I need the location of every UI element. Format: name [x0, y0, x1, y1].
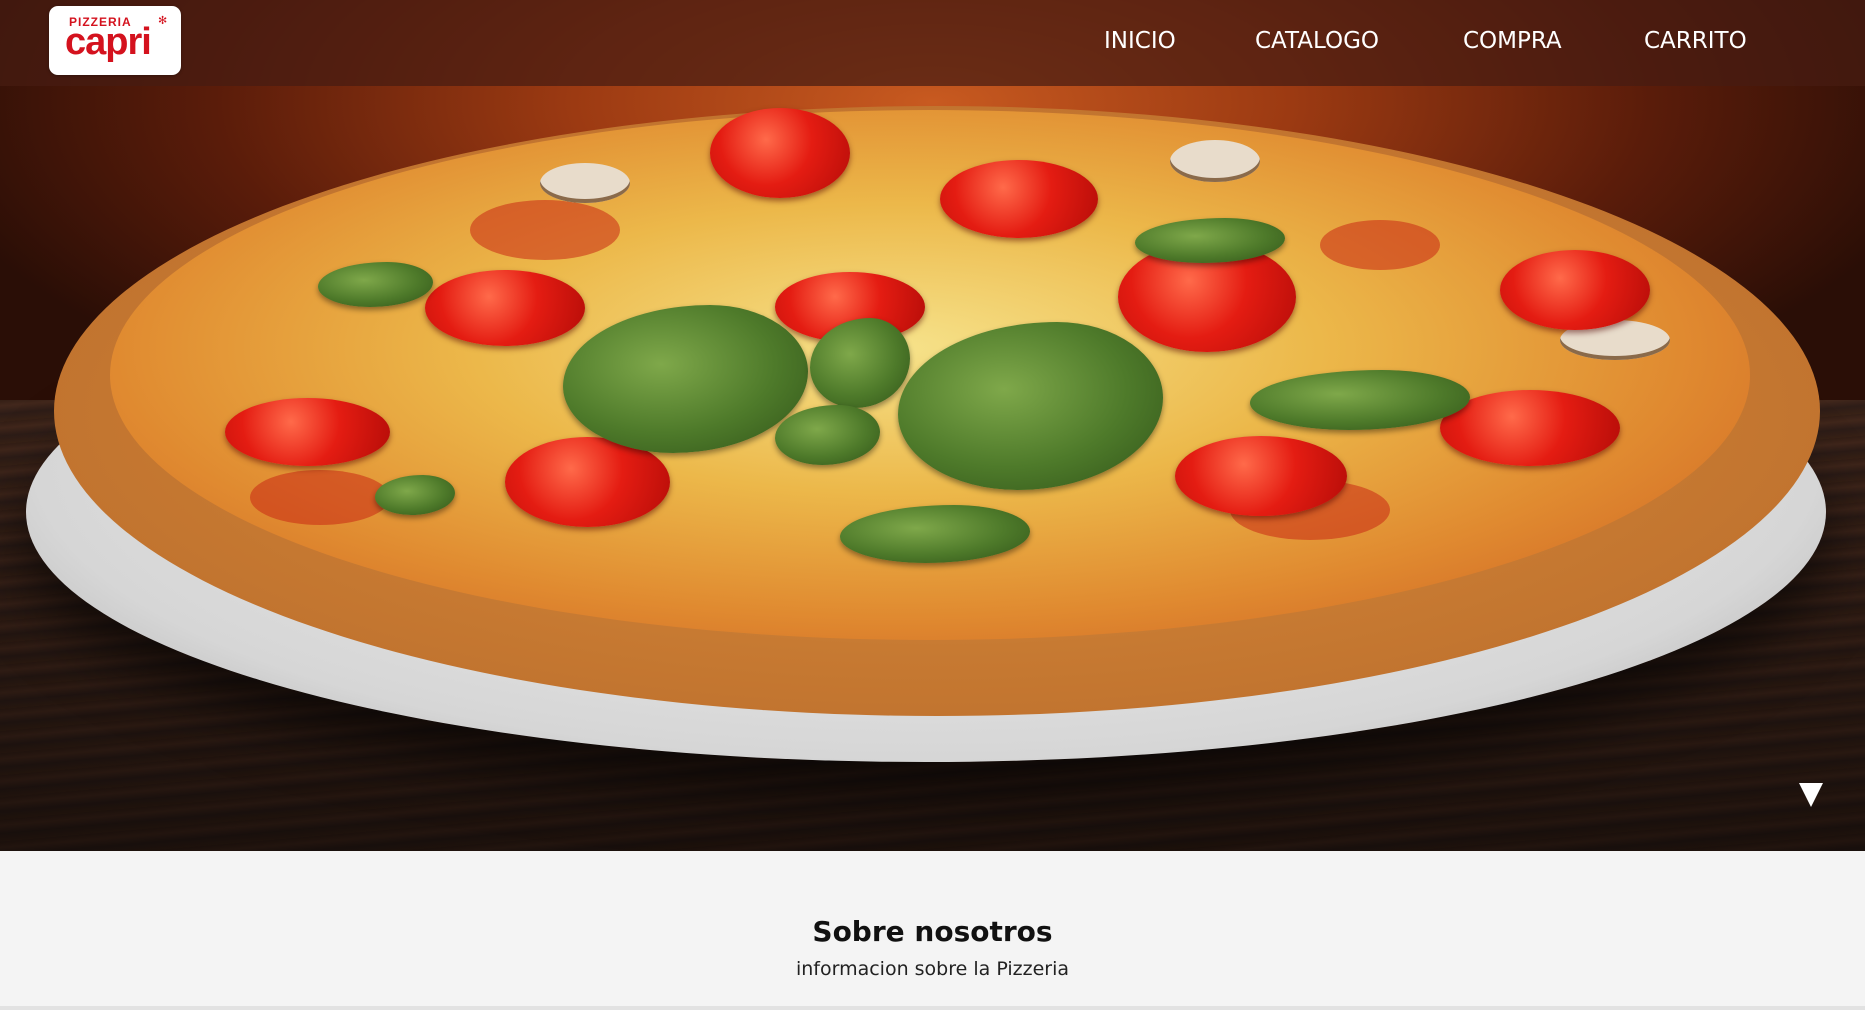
brand-logo[interactable]: PIZZERIA ✻ capri: [49, 6, 181, 75]
hero-section: [0, 0, 1865, 851]
logo-name: capri: [65, 21, 152, 63]
navbar: PIZZERIA ✻ capri INICIO CATALOGO COMPRA …: [0, 0, 1865, 86]
nav-item-catalogo[interactable]: CATALOGO: [1255, 24, 1379, 58]
nav-item-carrito[interactable]: CARRITO: [1644, 24, 1747, 58]
divider: [0, 1006, 1865, 1010]
about-title: Sobre nosotros: [812, 915, 1053, 948]
triangle-down-icon[interactable]: [1797, 780, 1825, 810]
asterisk-icon: ✻: [158, 14, 168, 27]
nav-item-compra[interactable]: COMPRA: [1463, 24, 1562, 58]
about-subtitle: informacion sobre la Pizzeria: [795, 958, 1070, 980]
nav-item-inicio[interactable]: INICIO: [1104, 24, 1176, 58]
